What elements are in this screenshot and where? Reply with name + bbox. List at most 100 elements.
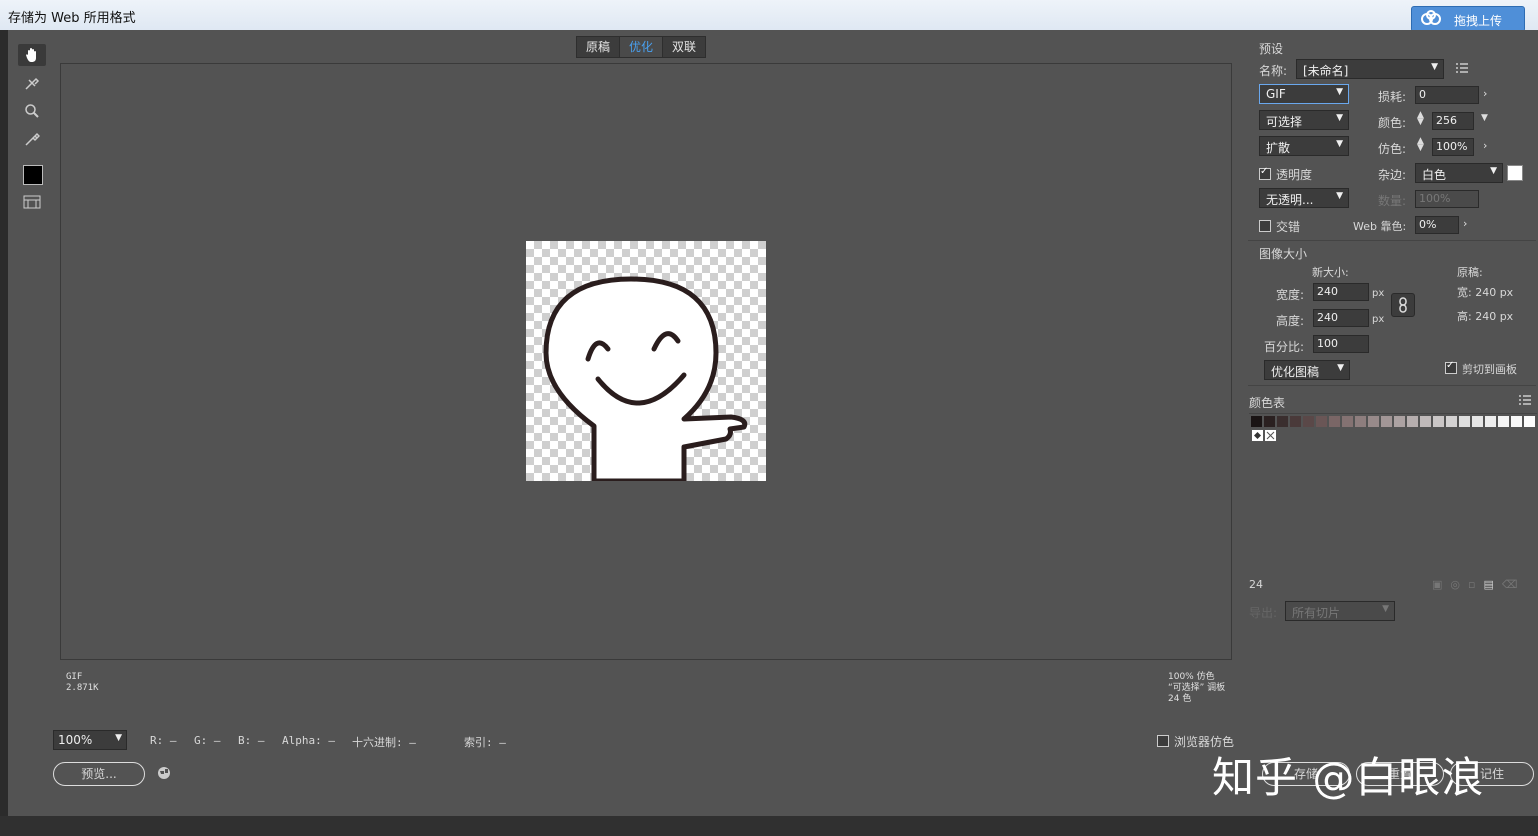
export-select[interactable]: 所有切片 ▼: [1285, 601, 1395, 621]
color-table-menu-icon[interactable]: [1518, 394, 1532, 409]
color-swatch[interactable]: [1433, 416, 1444, 427]
globe-icon[interactable]: [157, 766, 171, 783]
width-unit: px: [1372, 288, 1385, 299]
chevron-down-icon: ▼: [1382, 604, 1389, 614]
percent-input[interactable]: 100: [1313, 335, 1369, 353]
color-swatch[interactable]: [1524, 416, 1535, 427]
readout-r: R: —: [150, 734, 177, 747]
dither-info: 100% 仿色: [1168, 672, 1215, 682]
format-select[interactable]: GIF ▼: [1259, 84, 1349, 104]
matte-label: 杂边:: [1378, 168, 1407, 182]
chevron-down-icon: ▼: [1337, 363, 1344, 373]
chevron-down-icon: ▼: [1490, 166, 1497, 176]
preview-label: 预览...: [81, 767, 117, 781]
chevron-down-icon: ▼: [1336, 87, 1343, 97]
dither-algorithm-select[interactable]: 扩散 ▼: [1259, 136, 1349, 156]
clip-to-artboard-checkbox[interactable]: 剪切到画板: [1445, 360, 1517, 377]
dither-input[interactable]: 100%: [1432, 138, 1474, 156]
color-swatch[interactable]: [1329, 416, 1340, 427]
colors-input[interactable]: 256: [1432, 112, 1474, 130]
color-swatch[interactable]: [1446, 416, 1457, 427]
checkbox-box: [1445, 360, 1457, 374]
matte-select[interactable]: 白色 ▼: [1415, 163, 1503, 183]
chevron-right-icon[interactable]: ›: [1483, 87, 1487, 100]
readout-g: G: —: [194, 734, 221, 747]
preset-menu-icon[interactable]: [1455, 62, 1469, 77]
color-swatch[interactable]: [1368, 416, 1379, 427]
color-table[interactable]: [1249, 413, 1537, 576]
trash-icon[interactable]: ⌫: [1502, 578, 1518, 591]
new-color-icon[interactable]: ▤: [1483, 578, 1493, 591]
eyedropper-color-swatch[interactable]: [23, 165, 43, 185]
original-height: 高: 240 px: [1457, 310, 1514, 323]
color-swatch[interactable]: [1511, 416, 1522, 427]
color-swatch[interactable]: [1472, 416, 1483, 427]
color-swatch[interactable]: [1459, 416, 1470, 427]
tab-original[interactable]: 原稿: [577, 37, 619, 57]
color-swatch[interactable]: [1251, 416, 1262, 427]
color-swatch[interactable]: [1394, 416, 1405, 427]
width-input[interactable]: 240: [1313, 283, 1369, 301]
color-swatch[interactable]: [1485, 416, 1496, 427]
interlaced-checkbox[interactable]: 交错: [1259, 218, 1300, 235]
zoom-tool-icon[interactable]: [18, 100, 46, 122]
amount-label: 数量:: [1378, 194, 1407, 208]
original-size-label: 原稿:: [1457, 266, 1483, 279]
divider: [1248, 240, 1536, 241]
transparent-swatch[interactable]: [1264, 429, 1277, 442]
height-input[interactable]: 240: [1313, 309, 1369, 327]
color-swatch[interactable]: [1381, 416, 1392, 427]
preset-name-select[interactable]: [未命名] ▼: [1296, 59, 1444, 79]
transparent-swatch[interactable]: [1251, 429, 1264, 442]
web-snap-input[interactable]: 0%: [1415, 216, 1459, 234]
chevron-down-icon[interactable]: ▼: [1481, 113, 1488, 123]
chevron-down-icon: ▼: [1336, 139, 1343, 149]
zoom-select[interactable]: 100% ▼: [53, 730, 127, 750]
resample-quality-select[interactable]: 优化图稿 ▼: [1264, 360, 1350, 380]
lossy-label: 损耗:: [1378, 90, 1407, 104]
checkbox-box: [1259, 166, 1271, 180]
color-swatch[interactable]: [1498, 416, 1509, 427]
web-shift-icon[interactable]: ◎: [1450, 578, 1460, 591]
new-size-label: 新大小:: [1312, 266, 1349, 279]
amount-input[interactable]: 100%: [1415, 190, 1479, 208]
title-bar: 存储为 Web 所用格式 拖拽上传: [0, 0, 1538, 32]
color-swatch[interactable]: [1264, 416, 1275, 427]
chevron-down-icon: ▼: [1336, 191, 1343, 201]
tab-2up[interactable]: 双联: [663, 37, 705, 57]
color-swatch[interactable]: [1407, 416, 1418, 427]
stepper-icon[interactable]: ▲ ▼: [1417, 137, 1424, 153]
map-color-icon[interactable]: ▣: [1432, 578, 1442, 591]
matte-color-swatch[interactable]: [1507, 165, 1523, 181]
lossy-input[interactable]: 0: [1415, 86, 1479, 104]
stepper-icon[interactable]: ▲ ▼: [1417, 111, 1424, 127]
color-swatch[interactable]: [1303, 416, 1314, 427]
readout-index: 索引: —: [464, 736, 506, 749]
tab-optimized[interactable]: 优化: [619, 37, 664, 57]
preview-button[interactable]: 预览...: [53, 762, 145, 786]
color-swatch[interactable]: [1355, 416, 1366, 427]
cloud-upload-icon: [1420, 10, 1442, 29]
color-swatch[interactable]: [1316, 416, 1327, 427]
slice-select-tool-icon[interactable]: [18, 72, 46, 94]
toggle-slices-icon[interactable]: [18, 191, 46, 213]
hand-tool-icon[interactable]: [18, 44, 46, 66]
watermark-text: 知乎 @白眼浪: [1212, 753, 1485, 802]
link-constrain-icon[interactable]: [1391, 293, 1415, 317]
chevron-right-icon[interactable]: ›: [1463, 217, 1467, 230]
color-swatch[interactable]: [1277, 416, 1288, 427]
chevron-right-icon[interactable]: ›: [1483, 139, 1487, 152]
photoshop-status-strip: [0, 816, 1538, 836]
color-swatch[interactable]: [1420, 416, 1431, 427]
transparency-checkbox[interactable]: 透明度: [1259, 166, 1312, 183]
upload-button[interactable]: 拖拽上传: [1411, 6, 1525, 32]
upload-label: 拖拽上传: [1454, 14, 1503, 28]
image-size-section-title: 图像大小: [1259, 247, 1308, 261]
color-swatch[interactable]: [1290, 416, 1301, 427]
transparency-dither-select[interactable]: 无透明... ▼: [1259, 188, 1349, 208]
color-swatch[interactable]: [1342, 416, 1353, 427]
eyedropper-tool-icon[interactable]: [18, 128, 46, 150]
chevron-down-icon: ▼: [1431, 62, 1438, 72]
palette-select[interactable]: 可选择 ▼: [1259, 110, 1349, 130]
lock-icon[interactable]: ▫: [1468, 578, 1475, 591]
